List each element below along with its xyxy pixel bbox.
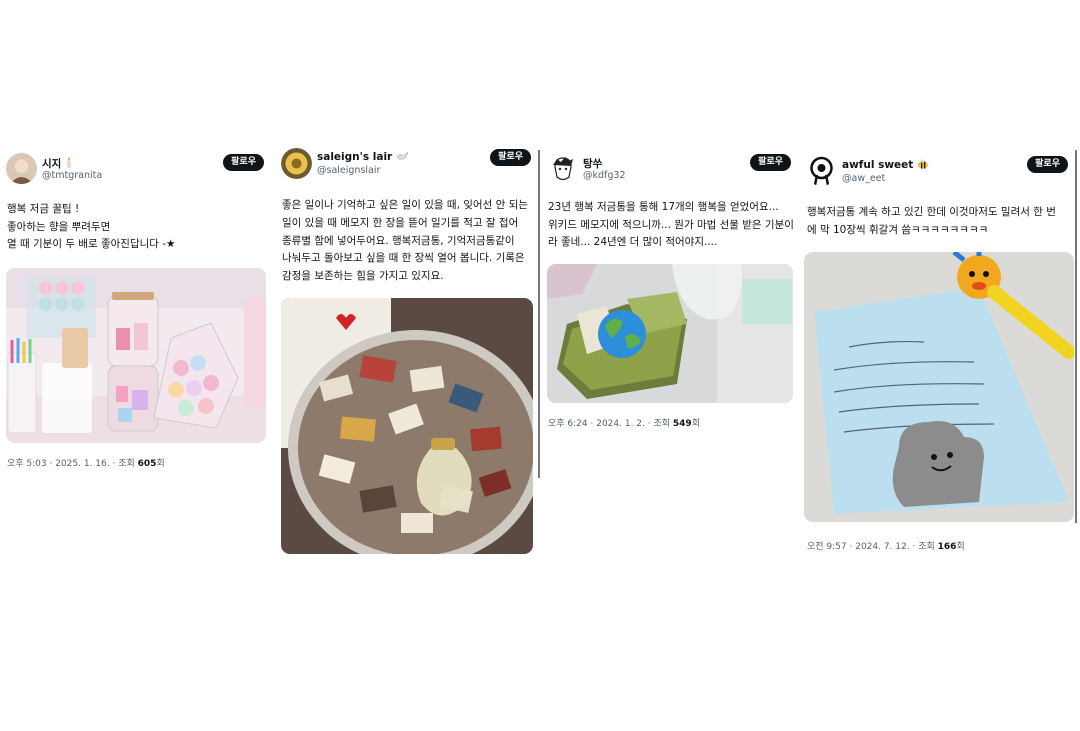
dove-icon	[396, 151, 409, 161]
tweet-meta: 오후 6:24 · 2024. 1. 2. · 조회 549회	[548, 418, 700, 429]
tweet-line: 행복 저금 꿀팁 !	[7, 203, 80, 215]
display-name[interactable]: awful sweet	[842, 159, 929, 171]
user-handle[interactable]: @aw_eet	[842, 173, 885, 184]
tweet-text: 좋은 일이나 기억하고 싶은 일이 있을 때, 잊어선 안 되는 일이 있을 때…	[275, 197, 539, 286]
tweet-card: awful sweet @aw_eet 팔로우 행복저금통 계속 하고 있긴 한…	[800, 148, 1080, 552]
screenshot-collage: 시지 @tmtgranita 팔로우 행복 저금 꿀팁 ! 좋아하는 향을 뿌려…	[0, 0, 1080, 731]
tweet-card: saleign's lair @saleignslair 팔로우 좋은 일이나 …	[275, 143, 539, 554]
avatar[interactable]	[6, 153, 37, 184]
tweet-line: 에 막 10장씩 휘갈겨 씀ㅋㅋㅋㅋㅋㅋㅋㅋ	[807, 223, 989, 236]
tweet-text: 23년 행복 저금통을 통해 17개의 행복을 얻었어요... 위키드 메모지에…	[541, 199, 799, 252]
timestamp[interactable]: 오전 9:57 · 2024. 7. 12.	[807, 542, 910, 552]
views-suffix: 회	[156, 458, 165, 469]
user-handle[interactable]: @saleignslair	[317, 165, 380, 176]
view-count: 605	[137, 458, 157, 469]
user-handle[interactable]: @tmtgranita	[42, 170, 102, 181]
tweet-line: 좋아하는 향을 뿌려두면	[7, 220, 111, 233]
tweet-card: 시지 @tmtgranita 팔로우 행복 저금 꿀팁 ! 좋아하는 향을 뿌려…	[0, 148, 272, 469]
user-handle[interactable]: @kdfg32	[583, 170, 626, 181]
column-divider	[538, 150, 540, 478]
tweet-line: 좋은 일이나 기억하고 싶은 일이 있을 때, 잊어선 안 되는 일이 있을 때…	[282, 199, 528, 283]
follow-button[interactable]: 팔로우	[1027, 156, 1068, 173]
tweet-text: 행복저금통 계속 하고 있긴 한데 이것마저도 밀려서 한 번 에 막 10장씩…	[800, 204, 1080, 239]
follow-button[interactable]: 팔로우	[750, 154, 791, 171]
tweet-header: awful sweet @aw_eet 팔로우	[800, 148, 1080, 188]
tweet-line: 위키드 메모지에 적으니까... 뭔가 마법 선물 받은 기분이	[548, 218, 794, 231]
tweet-card: 탕쑤 @kdfg32 팔로우 23년 행복 저금통을 통해 17개의 행복을 얻…	[541, 148, 799, 429]
tweet-meta: 오전 9:57 · 2024. 7. 12. · 조회 166회	[807, 542, 965, 552]
tweet-photo-handwritten-note[interactable]	[804, 252, 1074, 522]
tweet-photo-wicked-notes-globe[interactable]	[547, 263, 793, 403]
timestamp[interactable]: 오후 5:03 · 2025. 1. 16.	[7, 459, 110, 469]
timestamp[interactable]: 오후 6:24 · 2024. 1. 2.	[548, 419, 645, 429]
tweet-header: 시지 @tmtgranita 팔로우	[0, 148, 272, 188]
view-count: 549	[672, 418, 692, 429]
column-divider	[1075, 150, 1077, 523]
tweet-line: 라 좋네... 24년엔 더 많이 적어야지....	[548, 236, 718, 248]
candle-icon	[65, 157, 73, 168]
tweet-photo-jars-and-tapes[interactable]	[6, 267, 266, 443]
tweet-text: 행복 저금 꿀팁 ! 좋아하는 향을 뿌려두면 열 때 기분이 두 배로 좋아진…	[0, 201, 272, 254]
display-name[interactable]: saleign's lair	[317, 151, 409, 163]
views-suffix: 회	[956, 542, 965, 552]
avatar[interactable]	[806, 155, 837, 186]
tweet-header: 탕쑤 @kdfg32 팔로우	[541, 148, 799, 188]
views-label: 조회	[653, 418, 671, 429]
tweet-header: saleign's lair @saleignslair 팔로우	[275, 143, 539, 183]
avatar[interactable]	[281, 148, 312, 179]
tweet-line: 23년 행복 저금통을 통해 17개의 행복을 얻었어요...	[548, 201, 779, 213]
display-name[interactable]: 탕쑤	[583, 156, 602, 171]
bee-icon	[917, 159, 929, 169]
tweet-photo-bowl-of-notes[interactable]	[281, 297, 533, 554]
views-label: 조회	[918, 542, 935, 552]
tweet-meta: 오후 5:03 · 2025. 1. 16. · 조회 605회	[7, 458, 165, 469]
follow-button[interactable]: 팔로우	[223, 154, 264, 171]
display-name[interactable]: 시지	[42, 156, 73, 171]
avatar[interactable]	[547, 153, 578, 184]
view-count: 166	[937, 542, 957, 552]
views-suffix: 회	[691, 418, 700, 429]
views-label: 조회	[118, 458, 135, 469]
follow-button[interactable]: 팔로우	[490, 149, 531, 166]
tweet-line: 열 때 기분이 두 배로 좋아진답니다 -★	[7, 238, 176, 250]
tweet-line: 행복저금통 계속 하고 있긴 한데 이것마저도 밀려서 한 번	[807, 206, 1056, 218]
